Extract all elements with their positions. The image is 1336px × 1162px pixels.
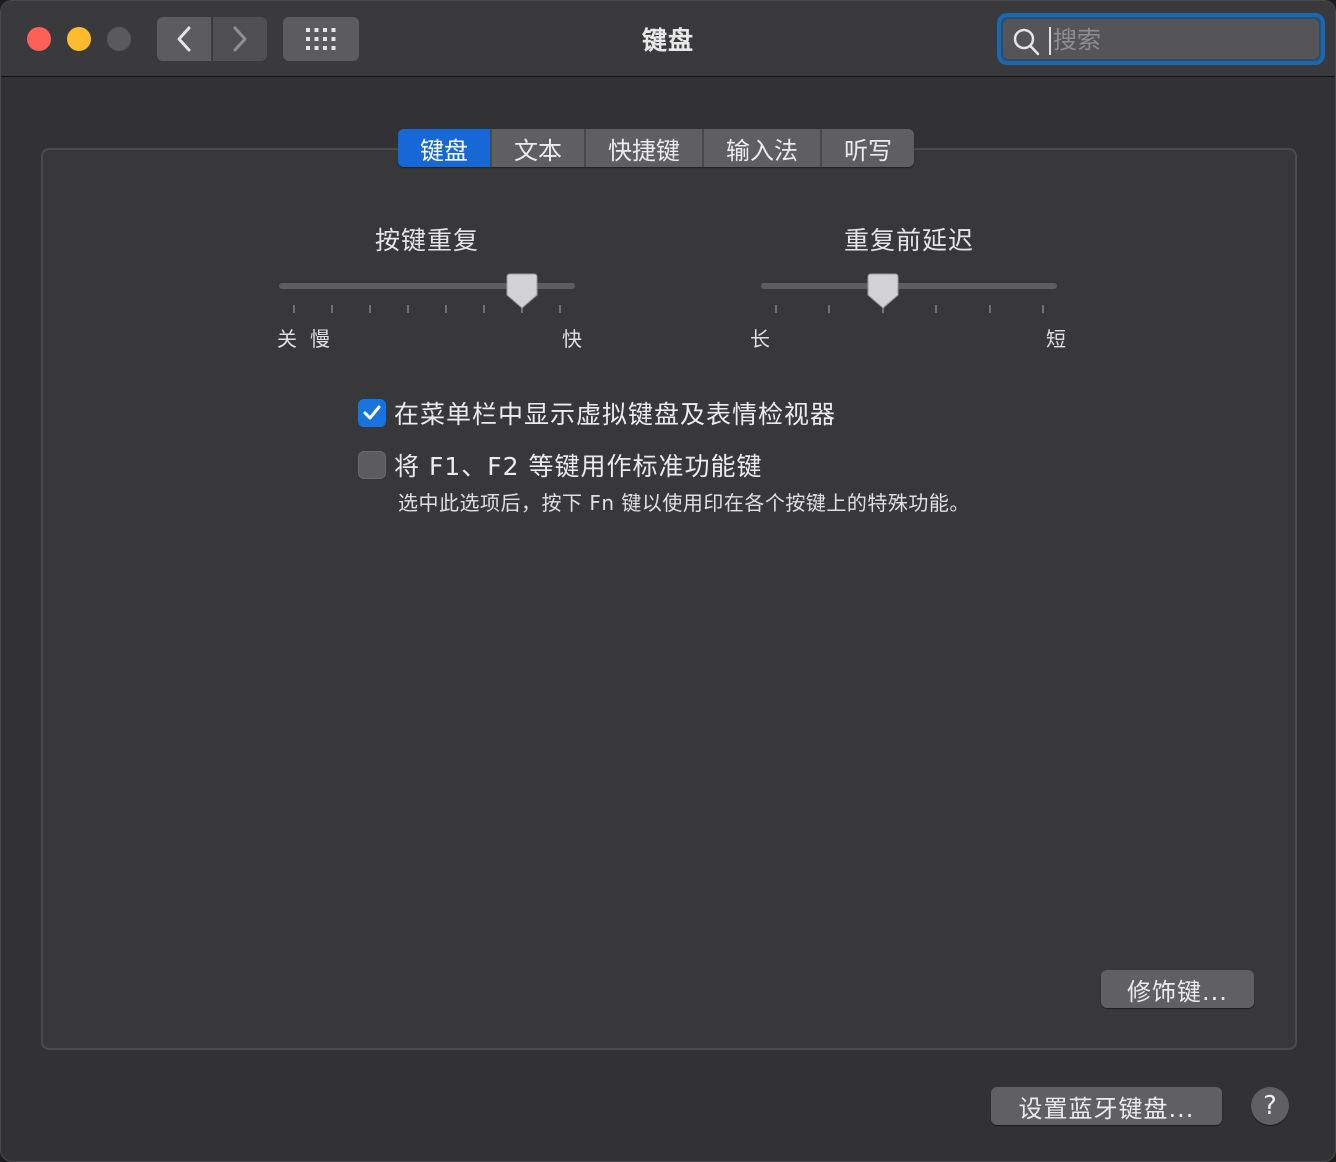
tab-bar: 键盘 文本 快捷键 输入法 听写 (398, 129, 914, 167)
show-viewer-option[interactable]: 在菜单栏中显示虚拟键盘及表情检视器 (358, 395, 836, 431)
slider-tick (369, 305, 371, 313)
titlebar: 键盘 (1, 1, 1335, 77)
preferences-window: 键盘 键盘 文本 快捷键 输入法 听写 按键重复 关 慢 快 重 (0, 0, 1336, 1162)
show-viewer-label[interactable]: 在菜单栏中显示虚拟键盘及表情检视器 (394, 395, 836, 431)
content-panel (41, 148, 1297, 1050)
tab-shortcuts[interactable]: 快捷键 (586, 129, 704, 167)
fn-keys-option[interactable]: 将 F1、F2 等键用作标准功能键 (358, 447, 762, 483)
fn-keys-description: 选中此选项后，按下 Fn 键以使用印在各个按键上的特殊功能。 (398, 491, 970, 515)
slider-tick (331, 305, 333, 313)
slider-tick (988, 305, 991, 313)
key-repeat-off-label: 关 (277, 327, 297, 351)
key-repeat-thumb[interactable] (506, 273, 538, 309)
checkmark-icon (363, 405, 381, 420)
slider-tick (483, 305, 485, 313)
search-input[interactable] (1053, 23, 1313, 57)
tab-input-sources[interactable]: 输入法 (704, 129, 822, 167)
help-button[interactable]: ? (1251, 1087, 1289, 1125)
tab-keyboard[interactable]: 键盘 (398, 129, 492, 167)
search-field-focus-ring (997, 13, 1325, 65)
key-repeat-label: 按键重复 (374, 226, 479, 255)
delay-long-label: 长 (750, 327, 770, 351)
slider-tick (407, 305, 409, 313)
tab-text[interactable]: 文本 (492, 129, 586, 167)
delay-until-repeat-label: 重复前延迟 (843, 226, 974, 255)
setup-bluetooth-keyboard-button[interactable]: 设置蓝牙键盘... (991, 1087, 1222, 1125)
key-repeat-slow-label: 慢 (310, 327, 330, 351)
delay-until-repeat-thumb[interactable] (867, 273, 899, 309)
fn-keys-checkbox[interactable] (358, 451, 386, 479)
slider-tick (445, 305, 447, 313)
slider-tick (1042, 305, 1044, 313)
text-caret (1049, 27, 1051, 55)
fn-keys-label[interactable]: 将 F1、F2 等键用作标准功能键 (394, 447, 762, 483)
modifier-keys-button[interactable]: 修饰键... (1101, 970, 1254, 1008)
key-repeat-fast-label: 快 (562, 327, 582, 351)
slider-tick (559, 305, 561, 313)
slider-tick (935, 305, 938, 313)
tab-dictation[interactable]: 听写 (822, 129, 914, 167)
slider-tick (828, 305, 831, 313)
delay-until-repeat-track[interactable] (761, 283, 1057, 289)
search-field[interactable] (1003, 19, 1319, 59)
search-icon (1013, 28, 1040, 56)
delay-short-label: 短 (1046, 327, 1066, 351)
slider-tick (293, 305, 295, 313)
slider-tick (775, 305, 777, 313)
show-viewer-checkbox[interactable] (358, 399, 386, 427)
